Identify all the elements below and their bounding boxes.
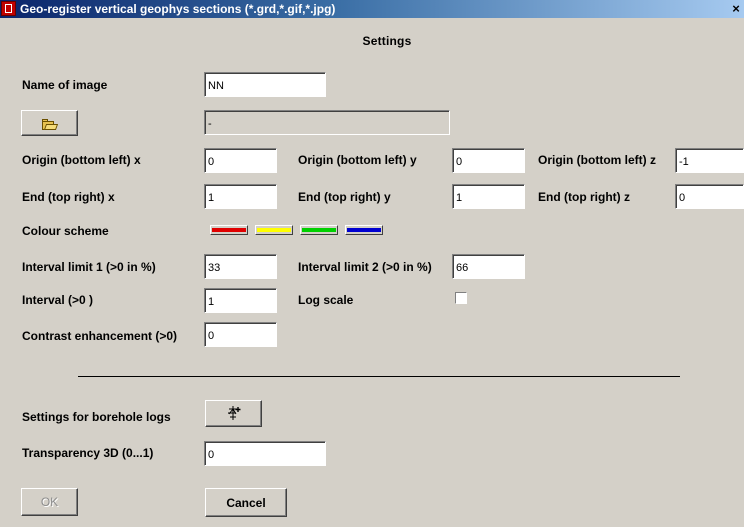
- close-button[interactable]: ×: [728, 0, 744, 18]
- title-bar: Geo-register vertical geophys sections (…: [0, 0, 744, 18]
- colour-swatch-green-fill: [302, 228, 336, 232]
- contrast-label: Contrast enhancement (>0): [22, 329, 178, 343]
- colour-swatch-blue[interactable]: [345, 225, 383, 235]
- borehole-settings-label: Settings for borehole logs: [22, 410, 171, 424]
- colour-swatch-red-fill: [212, 228, 246, 232]
- section-divider: [78, 376, 680, 377]
- end-y-input[interactable]: [452, 184, 525, 209]
- dialog-heading: Settings: [0, 34, 744, 48]
- interval-limit-2-input[interactable]: [452, 254, 525, 279]
- open-folder-icon: [42, 119, 59, 130]
- end-z-label: End (top right) z: [538, 190, 630, 204]
- contrast-input[interactable]: [204, 322, 277, 347]
- name-of-image-label: Name of image: [22, 78, 108, 92]
- borehole-settings-button[interactable]: [205, 400, 262, 427]
- transparency-input[interactable]: [204, 441, 326, 466]
- end-z-input[interactable]: [675, 184, 744, 209]
- origin-z-input[interactable]: [675, 148, 744, 173]
- interval-limit-1-label: Interval limit 1 (>0 in %): [22, 260, 156, 274]
- origin-x-label: Origin (bottom left) x: [22, 153, 141, 167]
- interval-limit-2-label: Interval limit 2 (>0 in %): [298, 260, 432, 274]
- file-path-field: [204, 110, 450, 135]
- colour-swatch-green[interactable]: [300, 225, 338, 235]
- origin-y-label: Origin (bottom left) y: [298, 153, 417, 167]
- interval-label: Interval (>0 ): [22, 293, 94, 307]
- log-scale-checkbox[interactable]: [455, 292, 467, 304]
- borehole-settings-icon: [227, 406, 240, 420]
- colour-swatch-red[interactable]: [210, 225, 248, 235]
- end-y-label: End (top right) y: [298, 190, 391, 204]
- ok-button[interactable]: OK: [21, 488, 78, 516]
- transparency-label: Transparency 3D (0...1): [22, 446, 154, 460]
- origin-y-input[interactable]: [452, 148, 525, 173]
- window-title: Geo-register vertical geophys sections (…: [20, 2, 336, 16]
- open-file-button[interactable]: [21, 110, 78, 136]
- colour-scheme-label: Colour scheme: [22, 224, 109, 238]
- cancel-button[interactable]: Cancel: [205, 488, 287, 517]
- app-logo-icon: [1, 1, 16, 16]
- colour-swatch-blue-fill: [347, 228, 381, 232]
- log-scale-label: Log scale: [298, 293, 354, 307]
- dialog-heading-text: Settings: [362, 34, 412, 48]
- colour-swatch-yellow-fill: [257, 228, 291, 232]
- end-x-input[interactable]: [204, 184, 277, 209]
- interval-limit-1-input[interactable]: [204, 254, 277, 279]
- end-x-label: End (top right) x: [22, 190, 115, 204]
- name-of-image-input[interactable]: [204, 72, 326, 97]
- origin-x-input[interactable]: [204, 148, 277, 173]
- colour-swatch-yellow[interactable]: [255, 225, 293, 235]
- interval-input[interactable]: [204, 288, 277, 313]
- origin-z-label: Origin (bottom left) z: [538, 153, 656, 167]
